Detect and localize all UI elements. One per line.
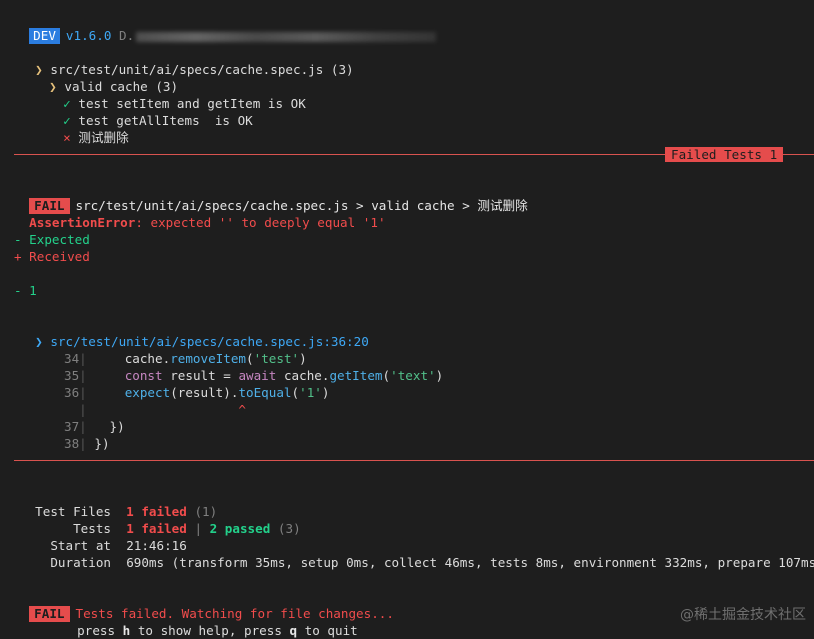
summary-label: Duration [50,555,112,570]
error-caret: ^ [238,402,247,417]
failed-tests-label: Failed Tests 1 [665,147,784,162]
code-token: 'text' [390,368,436,383]
summary-duration: Duration 690ms (transform 35ms, setup 0m… [20,537,814,570]
code-line-36: 36| expect(result).toEqual('1') [0,367,329,400]
cross-icon: × [63,130,71,145]
summary-tests: Tests 1 failed | 2 passed (3) [20,503,301,536]
help-text: to quit [297,623,358,638]
error-location[interactable]: ❯ src/test/unit/ai/specs/cache.spec.js:3… [20,316,369,349]
summary-label [35,555,50,570]
diff-expected-label: - Expected [14,232,90,247]
code-token: ( [291,385,300,400]
suite-line: ❯ valid cache (3) [34,61,178,94]
test-item-fail: × 测试删除 [48,112,129,145]
summary-divider [14,460,814,461]
code-token: ( [382,368,391,383]
assertion-error-line: AssertionError: expected '' to deeply eq… [14,197,385,230]
header-line: DEV v1.6.0 D. [14,10,437,44]
help-text: press [77,623,123,638]
summary-files: Test Files 1 failed (1) [20,486,217,519]
quit-key-q[interactable]: q [290,623,298,638]
error-type: AssertionError [29,215,136,230]
code-token: getItem [329,368,383,383]
duration-value: 690ms (transform 35ms, setup 0ms, collec… [126,555,814,570]
code-token: ) [435,368,444,383]
tests-passed: 2 passed [209,521,271,536]
code-token: }) [94,436,110,451]
code-line-34: 34| cache.removeItem('test') [0,333,307,366]
code-token: '1' [299,385,322,400]
code-caret-line: | ^ [79,402,247,417]
help-text: to show help, press [130,623,290,638]
error-message: : expected '' to deeply equal '1' [135,215,386,230]
code-line-38: 38| }) [0,418,110,451]
footer-status: FAIL Tests failed. Watching for file chan… [14,588,394,622]
diff-received-label: + Received [14,249,90,264]
diff-line: - 1 [14,283,37,298]
code-line-37: 37| }) [0,401,125,434]
test-item-pass-1: ✓ test setItem and getItem is OK [48,78,306,111]
version-label: v1.6.0 [65,28,112,43]
dev-badge: DEV [29,28,60,44]
code-token: ) [321,385,330,400]
code-line-35: 35| const result = await cache.getItem('… [0,350,443,383]
summary-start: Start at 21:46:16 [20,520,187,553]
separator: | [194,521,203,536]
spec-file-line: ❯ src/test/unit/ai/specs/cache.spec.js (… [20,44,353,77]
path-fragment: D. [119,28,135,43]
test-item-pass-2: ✓ test getAllItems is OK [48,95,253,128]
tests-total: (3) [277,521,301,536]
redacted-path [136,31,437,42]
watermark: @稀土掘金技术社区 [680,607,806,623]
footer-help: press h to show help, press q to quit [62,605,358,638]
code-token: toEqual [238,385,292,400]
test-name: 测试删除 [78,130,129,145]
failure-header: FAIL src/test/unit/ai/specs/cache.spec.js… [14,180,528,214]
line-number: 38 [64,436,80,451]
